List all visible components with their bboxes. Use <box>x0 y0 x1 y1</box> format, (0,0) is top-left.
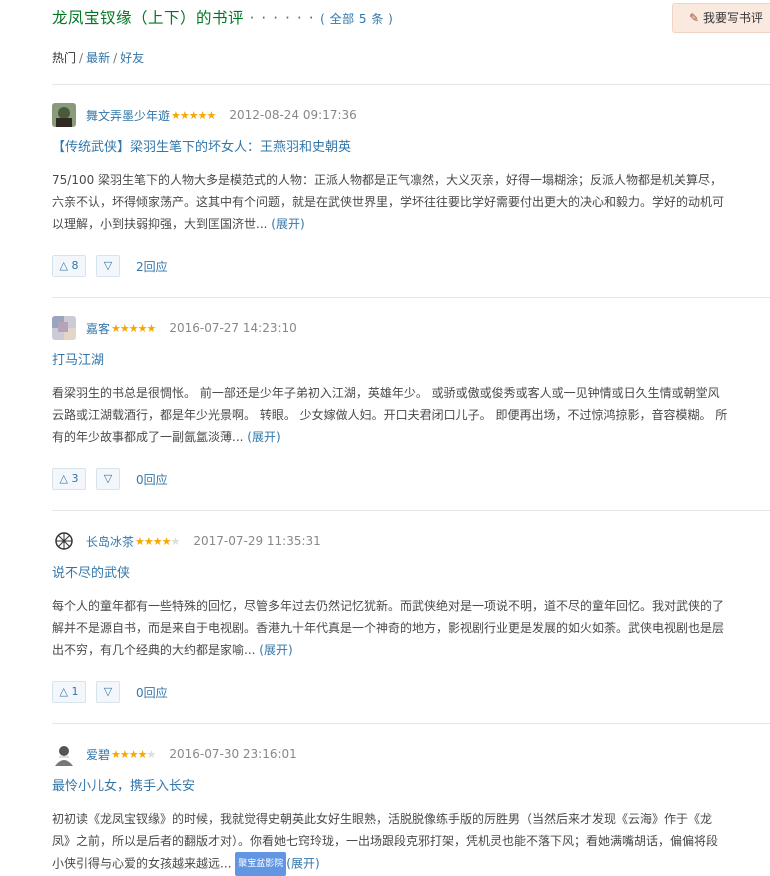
reviews-section: 龙凤宝钗缘（上下）的书评 · · · · · · ( 全部 5 条 ) ✎ 我要写… <box>52 0 770 876</box>
review-author[interactable]: 长岛冰茶 <box>86 533 134 550</box>
filter-hot[interactable]: 热门 <box>52 51 76 65</box>
expand-link[interactable]: (展开) <box>247 430 280 444</box>
review-title-link[interactable]: 打马江湖 <box>52 350 770 372</box>
write-review-label: 我要写书评 <box>703 11 764 25</box>
book-review-title[interactable]: 龙凤宝钗缘（上下）的书评 <box>52 9 244 27</box>
review-excerpt: 看梁羽生的书总是很惆怅。 前一部还是少年子弟初入江湖，英雄年少。 或骄或傲或俊秀… <box>52 382 728 448</box>
review-author[interactable]: 嘉客 <box>86 320 110 337</box>
stars-on: ★★★★ <box>111 747 147 761</box>
expand-link[interactable]: (展开) <box>286 857 319 871</box>
review-time: 2016-07-27 14:23:10 <box>169 321 297 335</box>
avatar[interactable] <box>52 529 76 553</box>
review-item: 爱碧 ★★★★★ 2016-07-30 23:16:01 最怜小儿女，携手入长安… <box>52 738 770 876</box>
review-excerpt: 每个人的童年都有一些特殊的回忆，尽管多年过去仍然记忆犹新。而武侠绝对是一项说不明… <box>52 595 728 661</box>
review-excerpt-text: 每个人的童年都有一些特殊的回忆，尽管多年过去仍然记忆犹新。而武侠绝对是一项说不明… <box>52 599 725 657</box>
review-time: 2017-07-29 11:35:31 <box>193 534 321 548</box>
filter-friends[interactable]: 好友 <box>120 51 144 65</box>
filter-separator: / <box>113 51 118 65</box>
review-title-link[interactable]: 最怜小儿女，携手入长安 <box>52 776 770 798</box>
stars-off: ★ <box>146 747 156 761</box>
section-title: 龙凤宝钗缘（上下）的书评 · · · · · · ( 全部 5 条 ) <box>52 6 393 28</box>
pencil-icon: ✎ <box>688 11 700 25</box>
review-title-link[interactable]: 说不尽的武侠 <box>52 563 770 585</box>
review-header: 爱碧 ★★★★★ 2016-07-30 23:16:01 <box>52 738 770 770</box>
review-count-link[interactable]: ( 全部 5 条 ) <box>320 12 393 26</box>
review-excerpt: 75/100 梁羽生笔下的人物大多是模范式的人物：正派人物都是正气凛然，大义灭亲… <box>52 169 728 235</box>
review-excerpt-text: 初初读《龙凤宝钗缘》的时候，我就觉得史朝英此女好生眼熟，活脱脱像练手版的厉胜男（… <box>52 812 719 871</box>
header-divider <box>52 84 770 85</box>
rating-stars: ★★★★★ <box>111 747 156 761</box>
review-excerpt: 初初读《龙凤宝钗缘》的时候，我就觉得史朝英此女好生眼熟，活脱脱像练手版的厉胜男（… <box>52 808 728 876</box>
review-title-link[interactable]: 【传统武侠】梁羽生笔下的坏女人：王燕羽和史朝英 <box>52 137 770 159</box>
replies-link[interactable]: 2回应 <box>136 258 168 275</box>
stars-on: ★★★★★ <box>171 108 216 122</box>
review-author[interactable]: 舞文弄墨少年遊 <box>86 107 170 124</box>
expand-link[interactable]: (展开) <box>259 643 292 657</box>
title-dots: · · · · · · <box>249 9 315 27</box>
site-watermark: 聚宝盆影院 <box>235 852 287 876</box>
filter-latest[interactable]: 最新 <box>86 51 110 65</box>
stars-on: ★★★★ <box>135 534 171 548</box>
filter-separator: / <box>79 51 84 65</box>
review-author[interactable]: 爱碧 <box>86 746 110 763</box>
sort-filters: 热门 / 最新 / 好友 <box>52 48 770 68</box>
section-header: 龙凤宝钗缘（上下）的书评 · · · · · · ( 全部 5 条 ) ✎ 我要写… <box>52 0 770 40</box>
rating-stars: ★★★★★ <box>171 108 216 122</box>
replies-link[interactable]: 0回应 <box>136 684 168 701</box>
review-time: 2016-07-30 23:16:01 <box>169 747 297 761</box>
rating-stars: ★★★★★ <box>111 321 156 335</box>
stars-on: ★★★★★ <box>111 321 156 335</box>
upvote-button[interactable]: △ 3 <box>52 468 86 490</box>
review-actions: △ 1 ▽ 0回应 <box>52 681 770 703</box>
rating-stars: ★★★★★ <box>135 534 180 548</box>
review-item: 舞文弄墨少年遊 ★★★★★ 2012-08-24 09:17:36 【传统武侠】… <box>52 99 770 298</box>
review-item: 长岛冰茶 ★★★★★ 2017-07-29 11:35:31 说不尽的武侠 每个… <box>52 525 770 724</box>
upvote-button[interactable]: △ 1 <box>52 681 86 703</box>
upvote-button[interactable]: △ 8 <box>52 255 86 277</box>
review-header: 长岛冰茶 ★★★★★ 2017-07-29 11:35:31 <box>52 525 770 557</box>
expand-link[interactable]: (展开) <box>271 217 304 231</box>
review-actions: △ 8 ▽ 2回应 <box>52 255 770 277</box>
review-time: 2012-08-24 09:17:36 <box>229 108 357 122</box>
review-header: 嘉客 ★★★★★ 2016-07-27 14:23:10 <box>52 312 770 344</box>
avatar[interactable] <box>52 103 76 127</box>
stars-off: ★ <box>170 534 180 548</box>
downvote-button[interactable]: ▽ <box>96 681 120 703</box>
avatar[interactable] <box>52 316 76 340</box>
downvote-button[interactable]: ▽ <box>96 468 120 490</box>
replies-link[interactable]: 0回应 <box>136 471 168 488</box>
review-item: 嘉客 ★★★★★ 2016-07-27 14:23:10 打马江湖 看梁羽生的书… <box>52 312 770 511</box>
write-review-button[interactable]: ✎ 我要写书评 <box>672 3 770 33</box>
downvote-button[interactable]: ▽ <box>96 255 120 277</box>
review-excerpt-text: 75/100 梁羽生笔下的人物大多是模范式的人物：正派人物都是正气凛然，大义灭亲… <box>52 173 725 231</box>
avatar[interactable] <box>52 742 76 766</box>
review-header: 舞文弄墨少年遊 ★★★★★ 2012-08-24 09:17:36 <box>52 99 770 131</box>
review-excerpt-text: 看梁羽生的书总是很惆怅。 前一部还是少年子弟初入江湖，英雄年少。 或骄或傲或俊秀… <box>52 386 728 444</box>
review-actions: △ 3 ▽ 0回应 <box>52 468 770 490</box>
